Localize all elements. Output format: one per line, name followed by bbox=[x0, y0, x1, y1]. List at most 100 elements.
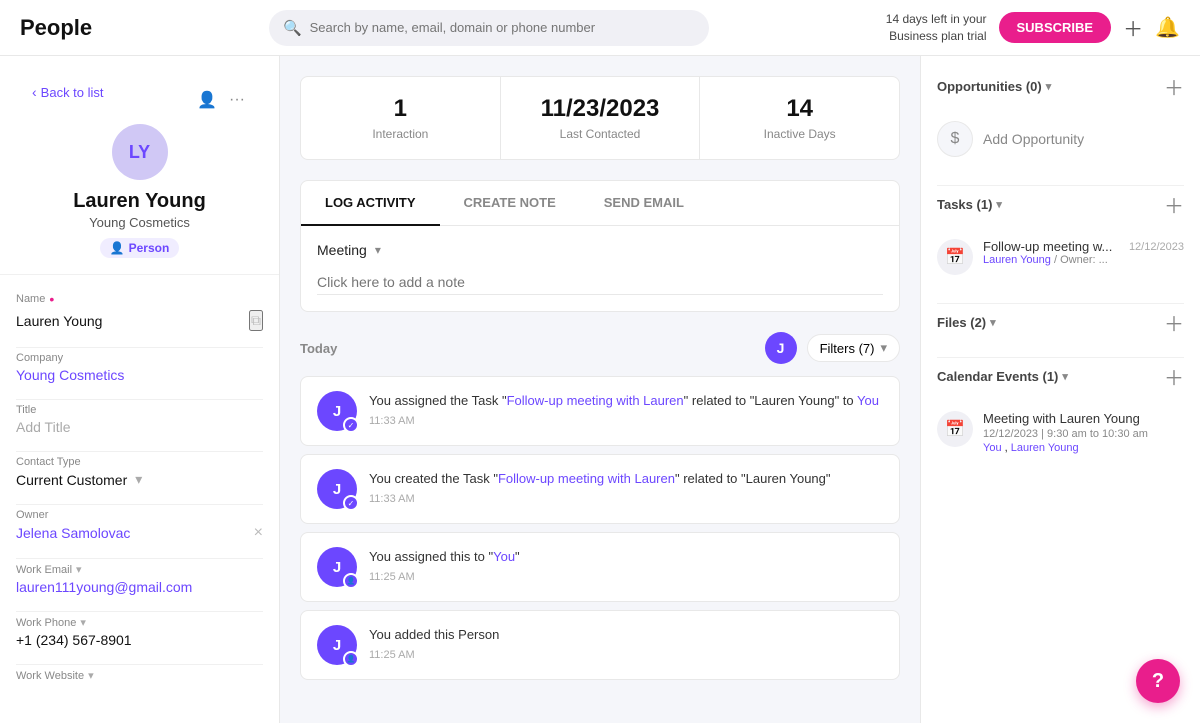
task-title: Follow-up meeting w... bbox=[983, 239, 1112, 254]
activity-date: Today bbox=[300, 341, 337, 356]
subscribe-button[interactable]: SUBSCRIBE bbox=[999, 12, 1112, 43]
assign-person-icon[interactable]: 👤 bbox=[195, 88, 219, 112]
note-input[interactable] bbox=[317, 270, 883, 295]
chevron-down-icon: ▾ bbox=[1062, 370, 1068, 383]
activity-avatar: J ✓ bbox=[317, 469, 357, 509]
add-file-button[interactable]: ＋ bbox=[1164, 308, 1184, 337]
owner-link[interactable]: Jelena Samolovac bbox=[16, 525, 130, 541]
field-work-phone: Work Phone ▾ +1 (234) 567-8901 bbox=[16, 616, 263, 648]
person-badge-icon: 👤 bbox=[343, 651, 359, 667]
stats-bar: 1 Interaction 11/23/2023 Last Contacted … bbox=[300, 76, 900, 160]
tab-content: Meeting ▾ bbox=[301, 226, 899, 311]
tab-send-email[interactable]: SEND EMAIL bbox=[580, 181, 708, 226]
notifications-bell-icon[interactable]: 🔔 bbox=[1155, 15, 1180, 40]
files-header: Files (2) ▾ ＋ bbox=[937, 308, 1184, 337]
task-link[interactable]: Follow-up meeting with Lauren bbox=[498, 471, 675, 486]
task-person-link[interactable]: Lauren Young bbox=[983, 254, 1051, 266]
meeting-row: Meeting ▾ bbox=[317, 242, 883, 258]
activity-time: 11:33 AM bbox=[369, 493, 883, 505]
person-icon: 👤 bbox=[110, 241, 125, 255]
avatar: LY bbox=[112, 124, 168, 180]
meeting-label: Meeting bbox=[317, 242, 367, 258]
add-opportunity-row[interactable]: $ Add Opportunity bbox=[937, 113, 1184, 165]
topnav: People 🔍 14 days left in your Business p… bbox=[0, 0, 1200, 56]
filters-button[interactable]: Filters (7) ▾ bbox=[807, 334, 900, 362]
cal-attendee1-link[interactable]: You bbox=[983, 442, 1002, 454]
activity-body: You assigned the Task "Follow-up meeting… bbox=[369, 391, 883, 431]
chevron-down-icon: ▾ bbox=[880, 340, 887, 356]
activity-text: You assigned the Task "Follow-up meeting… bbox=[369, 391, 883, 411]
profile-section: LY Lauren Young Young Cosmetics 👤 Person bbox=[16, 116, 263, 274]
company-link[interactable]: Young Cosmetics bbox=[16, 367, 124, 383]
add-calendar-event-button[interactable]: ＋ bbox=[1164, 362, 1184, 391]
field-work-email: Work Email ▾ lauren111young@gmail.com bbox=[16, 563, 263, 595]
add-task-button[interactable]: ＋ bbox=[1164, 190, 1184, 219]
inactive-days-label: Inactive Days bbox=[720, 127, 879, 141]
inactive-days-value: 14 bbox=[720, 95, 879, 123]
files-section: Files (2) ▾ ＋ bbox=[937, 308, 1184, 337]
field-work-website: Work Website ▾ bbox=[16, 669, 263, 682]
cal-attendee2-link[interactable]: Lauren Young bbox=[1011, 442, 1079, 454]
last-contacted-value: 11/23/2023 bbox=[521, 95, 680, 123]
search-input[interactable] bbox=[310, 20, 695, 35]
help-button[interactable]: ? bbox=[1136, 659, 1180, 703]
activity-body: You assigned this to "You" 11:25 AM bbox=[369, 547, 883, 587]
activity-text: You assigned this to "You" bbox=[369, 547, 883, 567]
task-badge-icon: ✓ bbox=[343, 495, 359, 511]
field-contact-type: Contact Type Current Customer ▾ bbox=[16, 456, 263, 488]
work-email-link[interactable]: lauren111young@gmail.com bbox=[16, 579, 192, 595]
add-opportunity-button[interactable]: ＋ bbox=[1164, 72, 1184, 101]
stat-last-contacted: 11/23/2023 Last Contacted bbox=[501, 77, 701, 159]
activity-right: J Filters (7) ▾ bbox=[765, 332, 900, 364]
add-button[interactable]: ＋ bbox=[1123, 13, 1143, 42]
interaction-count: 1 bbox=[321, 95, 480, 123]
calendar-icon: 📅 bbox=[937, 411, 973, 447]
user-avatar: J bbox=[765, 332, 797, 364]
chevron-down-icon: ▾ bbox=[996, 198, 1002, 211]
back-to-list-link[interactable]: ‹ Back to list bbox=[32, 84, 104, 100]
remove-owner-button[interactable]: × bbox=[254, 524, 263, 542]
activity-avatar: J 👤 bbox=[317, 547, 357, 587]
search-bar[interactable]: 🔍 bbox=[269, 10, 709, 46]
tabs-header: LOG ACTIVITY CREATE NOTE SEND EMAIL bbox=[301, 181, 899, 226]
calendar-section: Calendar Events (1) ▾ ＋ 📅 Meeting with L… bbox=[937, 362, 1184, 462]
you-link[interactable]: You bbox=[857, 393, 879, 408]
fields-section: Name • Lauren Young ⧉ Company Young Cosm… bbox=[0, 275, 279, 714]
task-date: 12/12/2023 bbox=[1129, 241, 1184, 253]
copy-name-button[interactable]: ⧉ bbox=[249, 310, 263, 331]
stat-interaction: 1 Interaction bbox=[301, 77, 501, 159]
you-link[interactable]: You bbox=[493, 549, 515, 564]
app-title: People bbox=[20, 15, 92, 41]
left-panel: ‹ Back to list 👤 ··· LY Lauren Young You… bbox=[0, 56, 280, 723]
field-company: Company Young Cosmetics bbox=[16, 352, 263, 383]
more-options-icon[interactable]: ··· bbox=[227, 88, 247, 112]
opportunities-section: Opportunities (0) ▾ ＋ $ Add Opportunity bbox=[937, 72, 1184, 165]
stat-inactive-days: 14 Inactive Days bbox=[700, 77, 899, 159]
person-badge-icon: 👤 bbox=[343, 573, 359, 589]
profile-name: Lauren Young bbox=[73, 190, 206, 213]
activity-header: Today J Filters (7) ▾ bbox=[300, 332, 900, 364]
chevron-down-icon: ▾ bbox=[76, 563, 82, 576]
chevron-down-icon: ▾ bbox=[990, 316, 996, 329]
topnav-right: 14 days left in your Business plan trial… bbox=[886, 11, 1180, 45]
left-top: ‹ Back to list 👤 ··· LY Lauren Young You… bbox=[0, 56, 279, 275]
activity-item: J 👤 You added this Person 11:25 AM bbox=[300, 610, 900, 680]
tab-create-note[interactable]: CREATE NOTE bbox=[440, 181, 580, 226]
chevron-down-icon: ▾ bbox=[80, 616, 86, 629]
chevron-down-icon: ▾ bbox=[135, 471, 142, 488]
cal-body: Meeting with Lauren Young 12/12/2023 | 9… bbox=[983, 411, 1184, 454]
chevron-down-icon: ▾ bbox=[88, 669, 94, 682]
main-layout: ‹ Back to list 👤 ··· LY Lauren Young You… bbox=[0, 56, 1200, 723]
activity-text: You added this Person bbox=[369, 625, 883, 645]
task-link[interactable]: Follow-up meeting with Lauren bbox=[507, 393, 684, 408]
search-icon: 🔍 bbox=[283, 19, 302, 37]
tasks-header: Tasks (1) ▾ ＋ bbox=[937, 190, 1184, 219]
calendar-header: Calendar Events (1) ▾ ＋ bbox=[937, 362, 1184, 391]
activity-item: J 👤 You assigned this to "You" 11:25 AM bbox=[300, 532, 900, 602]
middle-panel: 1 Interaction 11/23/2023 Last Contacted … bbox=[280, 56, 920, 723]
interaction-label: Interaction bbox=[321, 127, 480, 141]
tab-log-activity[interactable]: LOG ACTIVITY bbox=[301, 181, 440, 226]
profile-badge: 👤 Person bbox=[100, 238, 180, 258]
opportunities-header: Opportunities (0) ▾ ＋ bbox=[937, 72, 1184, 101]
chevron-down-icon: ▾ bbox=[1046, 80, 1052, 93]
